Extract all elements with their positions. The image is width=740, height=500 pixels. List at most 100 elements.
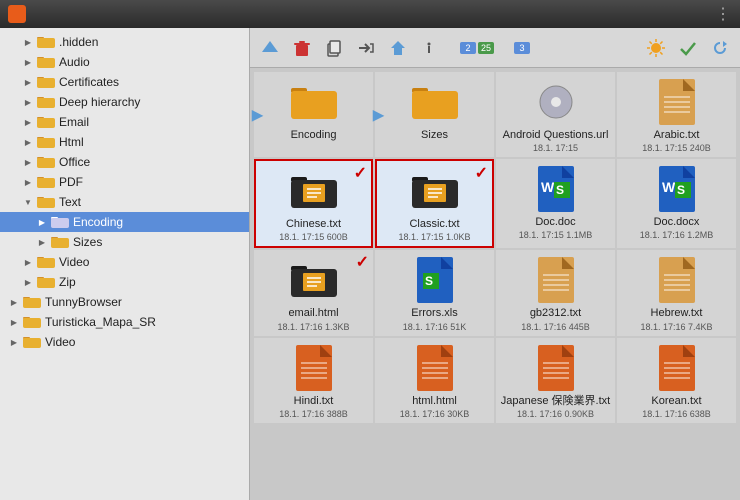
- file-item[interactable]: html.html18.1. 17:16 30KB: [375, 338, 494, 423]
- file-item[interactable]: Hindi.txt18.1. 17:16 388B: [254, 338, 373, 423]
- sidebar-item-audio[interactable]: ▶Audio: [0, 52, 249, 72]
- file-name-label: Arabic.txt: [654, 129, 700, 142]
- sidebar-item-.hidden[interactable]: ▶.hidden: [0, 32, 249, 52]
- file-meta: 18.1. 17:15: [533, 143, 578, 153]
- file-item[interactable]: ▶Sizes: [375, 72, 494, 157]
- sidebar-item-video[interactable]: ▶ Video: [0, 332, 249, 352]
- sidebar-arrow: ▶: [22, 276, 34, 288]
- file-item[interactable]: ▶Encoding: [254, 72, 373, 157]
- sidebar-item-label: TunnyBrowser: [45, 295, 122, 309]
- file-meta: 18.1. 17:16 0.90KB: [517, 409, 594, 419]
- sidebar-arrow: ▶: [8, 296, 20, 308]
- copy-button[interactable]: [320, 34, 348, 62]
- file-item[interactable]: WSDoc.doc18.1. 17:15 1.1MB: [496, 159, 615, 248]
- file-item[interactable]: ✓email.html18.1. 17:16 1.3KB: [254, 250, 373, 335]
- folder-icon: [37, 95, 55, 109]
- svg-text:W: W: [541, 179, 555, 195]
- file-meta: 18.1. 17:16 388B: [279, 409, 348, 419]
- sidebar-item-html[interactable]: ▶ Html: [0, 132, 249, 152]
- sidebar-item-label: Html: [59, 135, 84, 149]
- file-name-label: gb2312.txt: [530, 307, 581, 320]
- file-icon: WS: [653, 165, 701, 213]
- file-item[interactable]: ✓Classic.txt18.1. 17:15 1.0KB: [375, 159, 494, 248]
- file-icon: [290, 167, 338, 215]
- file-icon: [411, 344, 459, 392]
- home-button[interactable]: [384, 34, 412, 62]
- file-item[interactable]: WSDoc.docx18.1. 17:16 1.2MB: [617, 159, 736, 248]
- sidebar-item-turisticka_mapa_sr[interactable]: ▶Turisticka_Mapa_SR: [0, 312, 249, 332]
- file-item[interactable]: Japanese 保険業界.txt18.1. 17:16 0.90KB: [496, 338, 615, 423]
- sidebar-arrow: ▶: [22, 116, 34, 128]
- file-item[interactable]: SErrors.xls18.1. 17:16 51K: [375, 250, 494, 335]
- file-icon: [653, 256, 701, 304]
- file-meta: 18.1. 17:15 600B: [279, 232, 348, 242]
- file-item[interactable]: Korean.txt18.1. 17:16 638B: [617, 338, 736, 423]
- navigate-up-button[interactable]: [256, 34, 284, 62]
- file-name-label: Doc.doc: [535, 216, 575, 229]
- refresh-button[interactable]: [706, 34, 734, 62]
- file-item[interactable]: Arabic.txt18.1. 17:15 240B: [617, 72, 736, 157]
- badge-count-1: 2: [460, 42, 476, 54]
- sidebar-item-label: Sizes: [73, 235, 102, 249]
- sidebar-item-label: Audio: [59, 55, 90, 69]
- sidebar-item-email[interactable]: ▶ Email: [0, 112, 249, 132]
- folder-icon: [51, 215, 69, 229]
- sidebar-item-encoding[interactable]: ▶Encoding: [0, 212, 249, 232]
- file-icon: [411, 167, 459, 215]
- file-name-label: Errors.xls: [411, 307, 457, 320]
- file-icon: [532, 344, 580, 392]
- folder-icon: [37, 55, 55, 69]
- sidebar-item-label: Zip: [59, 275, 76, 289]
- sidebar-arrow: ▶: [22, 76, 34, 88]
- sidebar-item-sizes[interactable]: ▶Sizes: [0, 232, 249, 252]
- sidebar-arrow: ▶: [22, 136, 34, 148]
- sidebar-item-certificates[interactable]: ▶Certificates: [0, 72, 249, 92]
- file-meta: 18.1. 17:16 1.2MB: [640, 230, 714, 240]
- sidebar-item-tunnybrowser[interactable]: ▶ TunnyBrowser: [0, 292, 249, 312]
- sidebar-item-label: Video: [45, 335, 75, 349]
- svg-text:S: S: [677, 183, 685, 197]
- sidebar-item-pdf[interactable]: ▶PDF: [0, 172, 249, 192]
- selected-checkmark: ✓: [475, 163, 488, 183]
- file-meta: 18.1. 17:16 30KB: [400, 409, 470, 419]
- file-name-label: Encoding: [291, 129, 337, 142]
- sidebar-item-video[interactable]: ▶Video: [0, 252, 249, 272]
- file-item[interactable]: Android Questions.url18.1. 17:15: [496, 72, 615, 157]
- move-button[interactable]: [352, 34, 380, 62]
- folder-icon: [37, 175, 55, 189]
- file-item[interactable]: gb2312.txt 18.1. 17:16 445B: [496, 250, 615, 335]
- file-name-label: Sizes: [421, 129, 448, 142]
- file-name-label: html.html: [412, 395, 457, 408]
- check-button[interactable]: [674, 34, 702, 62]
- sidebar-item-office[interactable]: ▶Office: [0, 152, 249, 172]
- sidebar: ▶.hidden▶Audio▶Certificates▶Deep hierarc…: [0, 28, 250, 500]
- file-name-label: Classic.txt: [409, 218, 459, 231]
- sidebar-arrow: ▶: [22, 256, 34, 268]
- file-meta: 18.1. 17:15 240B: [642, 143, 711, 153]
- file-meta: 18.1. 17:16 445B: [521, 322, 590, 332]
- folder-icon: [23, 335, 41, 349]
- folder-icon: [37, 135, 55, 149]
- sidebar-arrow: ▶: [8, 336, 20, 348]
- info-button[interactable]: [416, 34, 444, 62]
- sidebar-item-text[interactable]: ▼Text: [0, 192, 249, 212]
- app-icon: [8, 5, 26, 23]
- file-item[interactable]: Hebrew.txt18.1. 17:16 7.4KB: [617, 250, 736, 335]
- file-item[interactable]: ✓Chinese.txt18.1. 17:15 600B: [254, 159, 373, 248]
- sidebar-item-label: Email: [59, 115, 89, 129]
- file-meta: 18.1. 17:16 638B: [642, 409, 711, 419]
- sidebar-item-label: Text: [59, 195, 81, 209]
- file-icon: [290, 78, 338, 126]
- sidebar-arrow: ▶: [36, 216, 48, 228]
- title-bar-left: [8, 5, 32, 23]
- file-name-label: Chinese.txt: [286, 218, 341, 231]
- sidebar-item-deep-hierarchy[interactable]: ▶Deep hierarchy: [0, 92, 249, 112]
- delete-button[interactable]: [288, 34, 316, 62]
- sidebar-arrow: ▶: [8, 316, 20, 328]
- file-icon: [290, 256, 338, 304]
- svg-text:S: S: [425, 274, 433, 288]
- sidebar-item-zip[interactable]: ▶ Zip: [0, 272, 249, 292]
- file-area: ▶Encoding▶SizesAndroid Questions.url18.1…: [250, 68, 740, 500]
- more-options-icon[interactable]: ⋮: [715, 4, 732, 24]
- sun-icon-button[interactable]: [642, 34, 670, 62]
